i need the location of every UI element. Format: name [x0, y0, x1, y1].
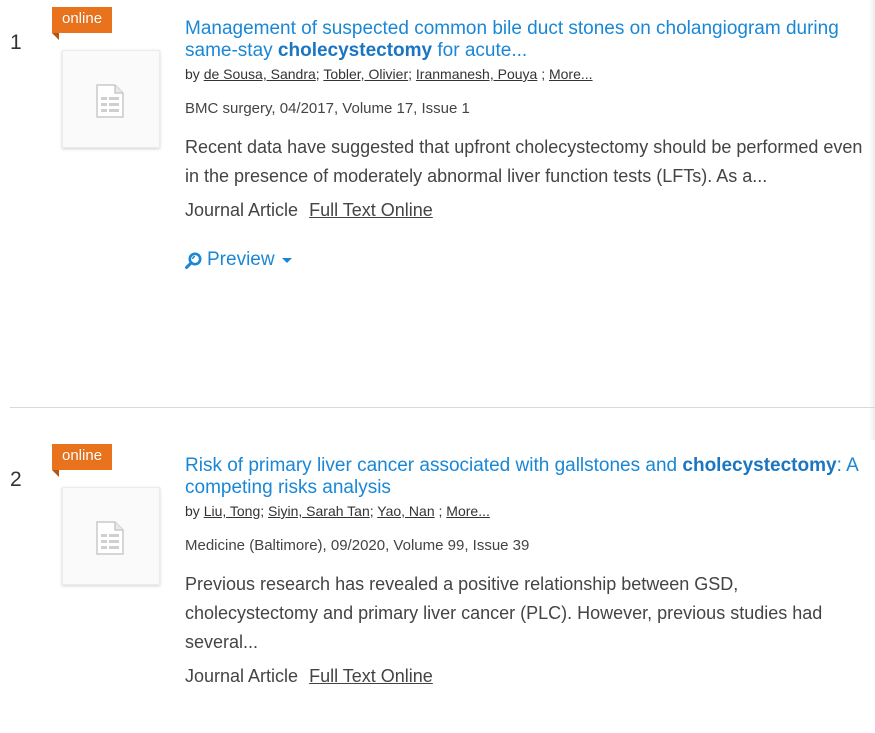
online-badge: online [52, 444, 113, 477]
preview-button[interactable]: Preview [185, 249, 292, 271]
full-text-online-link[interactable]: Full Text Online [309, 200, 433, 220]
result-meta: Journal Article Full Text Online [185, 199, 875, 221]
result-publication: BMC surgery, 04/2017, Volume 17, Issue 1 [185, 100, 470, 117]
result-title-highlight: cholecystectomy [277, 40, 433, 61]
document-icon [96, 84, 124, 118]
result-title-link[interactable]: Management of suspected common bile duct… [185, 18, 875, 62]
author-link[interactable]: Yao, Nan [377, 503, 434, 519]
result-title-link[interactable]: Risk of primary liver cancer associated … [185, 455, 875, 499]
result-type: Journal Article [185, 666, 299, 686]
author-link[interactable]: Liu, Tong [204, 503, 261, 519]
result-authors: by de Sousa, Sandra; Tobler, Olivier; Ir… [185, 66, 593, 82]
more-authors-link[interactable]: More... [446, 503, 490, 519]
result-abstract: Previous research has revealed a positiv… [185, 574, 823, 652]
result-authors: by Liu, Tong; Siyin, Sarah Tan; Yao, Nan… [185, 503, 490, 519]
result-divider [10, 407, 875, 408]
result-number: 2 [10, 468, 22, 491]
author-link[interactable]: Iranmanesh, Pouya [416, 66, 537, 82]
result-number: 1 [10, 31, 22, 54]
author-link[interactable]: Siyin, Sarah Tan [268, 503, 370, 519]
result-title-highlight: cholecystectomy [682, 455, 837, 476]
result-abstract: Recent data have suggested that upfront … [185, 137, 863, 186]
by-label: by [185, 503, 200, 519]
result-meta: Journal Article Full Text Online [185, 665, 875, 687]
result-publication: Medicine (Baltimore), 09/2020, Volume 99… [185, 537, 530, 554]
chevron-down-icon [281, 257, 292, 263]
result-thumbnail[interactable] [62, 487, 160, 585]
document-icon [96, 521, 124, 555]
result-type: Journal Article [185, 200, 299, 220]
by-label: by [185, 66, 200, 82]
preview-label: Preview [207, 249, 275, 270]
result-title-suffix: for acute... [432, 40, 528, 61]
result-content: Risk of primary liver cancer associated … [185, 455, 875, 687]
full-text-online-link[interactable]: Full Text Online [309, 666, 433, 686]
result-content: Management of suspected common bile duct… [185, 18, 875, 274]
more-authors-link[interactable]: More... [549, 66, 593, 82]
author-link[interactable]: Tobler, Olivier [323, 66, 408, 82]
magnifier-icon [185, 252, 202, 269]
search-results-list: 1 online Management of suspected common … [0, 0, 875, 733]
author-link[interactable]: de Sousa, Sandra [204, 66, 316, 82]
result-title-text: Risk of primary liver cancer associated … [185, 455, 683, 476]
result-thumbnail[interactable] [62, 50, 160, 148]
online-badge: online [52, 7, 113, 40]
